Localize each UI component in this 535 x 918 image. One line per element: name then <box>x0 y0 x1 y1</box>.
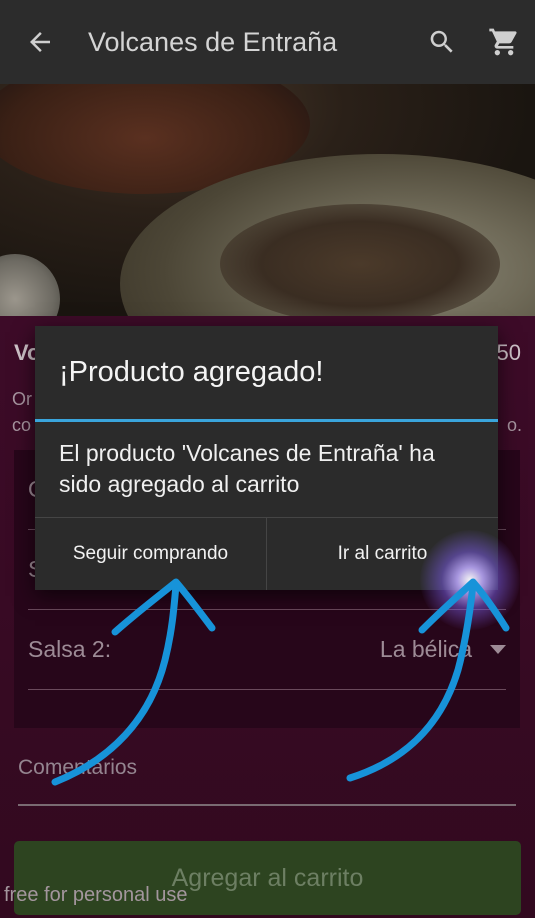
chevron-down-icon <box>490 645 506 654</box>
comments-placeholder: Comentarios <box>18 756 138 779</box>
salsa-2-value: La bélica <box>379 636 472 662</box>
page-title: Volcanes de Entraña <box>88 26 338 57</box>
app-bar: Volcanes de Entraña <box>0 0 535 84</box>
cart-button[interactable] <box>473 0 535 84</box>
arrow-back-icon <box>30 32 50 52</box>
dialog-title: ¡Producto agregado! <box>35 326 498 422</box>
comments-input[interactable]: Comentarios <box>18 756 516 806</box>
product-image <box>0 84 535 316</box>
watermark: free for personal use <box>4 884 188 906</box>
salsa-2-select[interactable]: Salsa 2: La bélica <box>28 610 506 690</box>
search-icon <box>430 30 453 53</box>
salsa-2-label: Salsa 2: <box>28 636 112 662</box>
dialog-message: El producto 'Volcanes de Entraña' ha sid… <box>59 440 435 497</box>
shopping-cart-icon <box>489 28 517 56</box>
product-price: 50 <box>496 340 521 365</box>
search-button[interactable] <box>411 0 473 84</box>
tap-highlight <box>420 530 520 630</box>
back-button[interactable] <box>0 0 80 84</box>
continue-shopping-button[interactable]: Seguir comprando <box>35 518 266 590</box>
